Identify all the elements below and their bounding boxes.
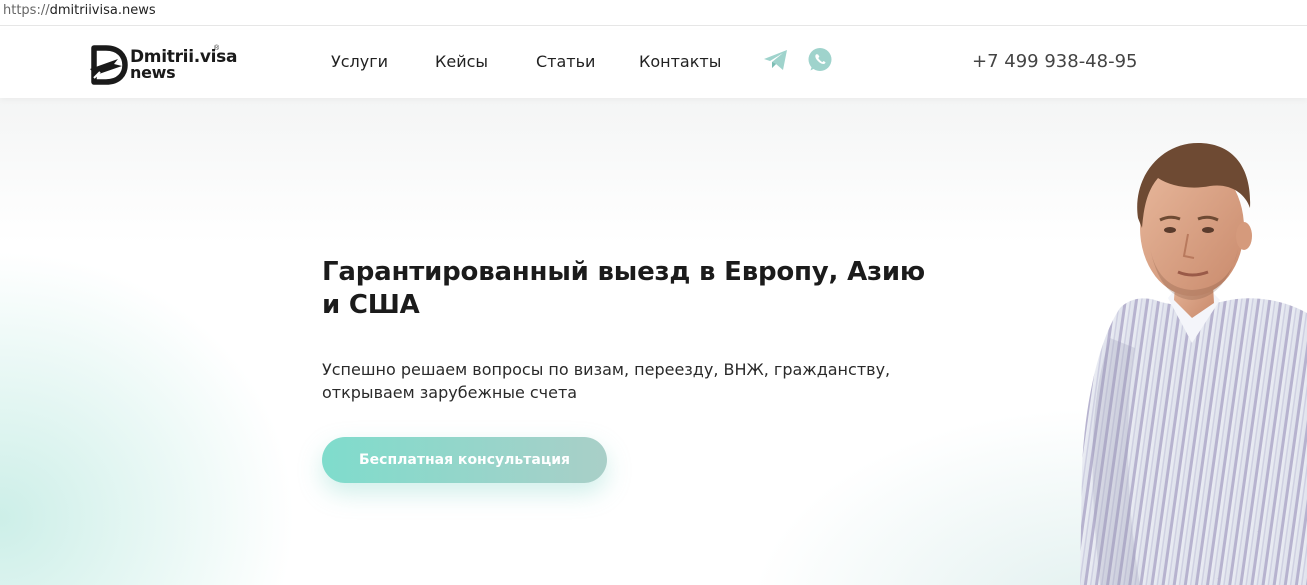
hero-subtitle: Успешно решаем вопросы по визам, переезд… (322, 360, 891, 402)
hero-title: Гарантированный выезд в Европу, Азию и С… (322, 257, 926, 320)
whatsapp-icon[interactable] (807, 47, 833, 73)
logo-text-secondary: news (130, 63, 176, 82)
nav-link-contacts[interactable]: Контакты (639, 52, 721, 71)
browser-address-bar[interactable]: https://dmitriivisa.news (0, 0, 1307, 26)
phone-link[interactable]: +7 499 938-48-95 (972, 51, 1138, 72)
url-host: dmitriivisa.news (49, 3, 156, 18)
url-scheme: https:// (3, 3, 50, 18)
site-header: Dmitrii.visa news ® Услуги Кейсы Статьи … (0, 30, 1307, 98)
site-logo[interactable]: Dmitrii.visa news ® (88, 43, 237, 85)
url-text[interactable]: https://dmitriivisa.news (3, 3, 156, 18)
hero-section: Гарантированный выезд в Европу, Азию и С… (0, 98, 1307, 585)
logo-mark-icon (90, 45, 128, 85)
consultant-photo (1080, 143, 1307, 585)
logo-registered-mark: ® (214, 45, 220, 52)
nav-link-cases[interactable]: Кейсы (435, 52, 488, 71)
nav-link-services[interactable]: Услуги (331, 52, 388, 71)
telegram-icon[interactable] (763, 49, 789, 75)
nav-link-articles[interactable]: Статьи (536, 52, 595, 71)
free-consultation-button[interactable]: Бесплатная консультация (322, 437, 607, 483)
